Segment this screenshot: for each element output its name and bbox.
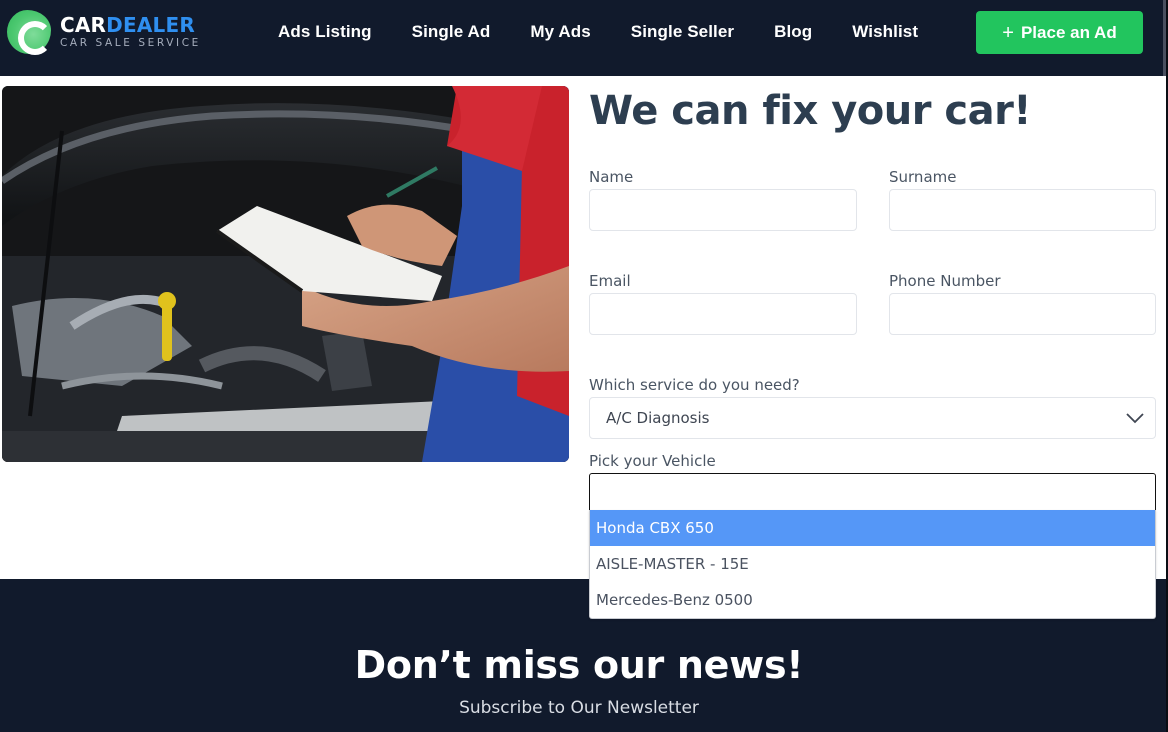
vehicle-search-input[interactable] xyxy=(589,473,1156,511)
surname-label: Surname xyxy=(889,168,957,186)
logo-subtitle: CAR SALE SERVICE xyxy=(60,37,201,49)
vehicle-option[interactable]: Mercedes-Benz 0500 xyxy=(590,582,1155,618)
newsletter-subtitle: Subscribe to Our Newsletter xyxy=(459,698,699,718)
surname-input[interactable] xyxy=(889,189,1156,231)
main-nav: Ads Listing Single Ad My Ads Single Sell… xyxy=(278,0,958,64)
nav-wishlist[interactable]: Wishlist xyxy=(852,22,918,42)
service-selected-value: A/C Diagnosis xyxy=(606,409,710,427)
nav-ads-listing[interactable]: Ads Listing xyxy=(278,22,372,42)
logo[interactable]: CARDEALER CAR SALE SERVICE xyxy=(7,10,201,54)
vehicle-label: Pick your Vehicle xyxy=(589,452,716,470)
chevron-down-icon xyxy=(1126,413,1144,424)
vehicle-dropdown-list: Honda CBX 650 AISLE-MASTER - 15E Mercede… xyxy=(589,510,1156,619)
phone-input[interactable] xyxy=(889,293,1156,335)
place-an-ad-button[interactable]: + Place an Ad xyxy=(976,11,1143,54)
newsletter-title: Don’t miss our news! xyxy=(354,643,804,687)
logo-title: CARDEALER xyxy=(60,13,195,37)
email-input[interactable] xyxy=(589,293,857,335)
vehicle-option[interactable]: AISLE-MASTER - 15E xyxy=(590,546,1155,582)
nav-single-ad[interactable]: Single Ad xyxy=(412,22,491,42)
nav-single-seller[interactable]: Single Seller xyxy=(631,22,734,42)
form-title: We can fix your car! xyxy=(589,88,1032,134)
place-an-ad-label: Place an Ad xyxy=(1020,22,1117,42)
hero-image xyxy=(2,86,569,462)
vehicle-option[interactable]: Honda CBX 650 xyxy=(590,510,1155,546)
mechanic-engine-illustration xyxy=(2,86,569,462)
plus-icon: + xyxy=(1002,21,1014,44)
name-label: Name xyxy=(589,168,634,186)
nav-my-ads[interactable]: My Ads xyxy=(530,22,590,42)
email-label: Email xyxy=(589,272,631,290)
car-dealer-logo-icon xyxy=(7,10,51,54)
nav-blog[interactable]: Blog xyxy=(774,22,812,42)
service-label: Which service do you need? xyxy=(589,376,800,394)
site-header: CARDEALER CAR SALE SERVICE Ads Listing S… xyxy=(0,0,1166,76)
name-input[interactable] xyxy=(589,189,857,231)
service-select[interactable]: A/C Diagnosis xyxy=(589,397,1156,439)
phone-label: Phone Number xyxy=(889,272,1001,290)
